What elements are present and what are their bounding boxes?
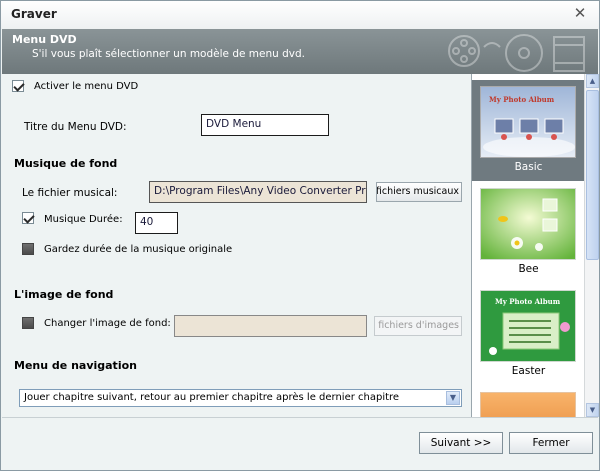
scroll-up-icon[interactable]: ▲ — [586, 74, 599, 88]
browse-music-button[interactable]: Ouvrir les fichiers musicaux — [376, 182, 462, 202]
template-thumbnail-basic: My Photo Album — [480, 86, 576, 158]
step-subtitle: S'il vous plaît sélectionner un modèle d… — [32, 48, 305, 60]
template-thumbnail-partial — [480, 392, 576, 417]
change-background-label: Changer l'image de fond: — [44, 318, 171, 329]
template-name-bee: Bee — [518, 263, 539, 275]
template-thumb-text-easter: My Photo Album — [495, 297, 561, 306]
background-file-input[interactable] — [174, 315, 367, 337]
title-bar: Graver ✕ — [1, 1, 599, 29]
window-title: Graver — [11, 7, 57, 21]
music-duration-label: Musique Durée: — [44, 214, 123, 225]
scrollbar-thumb[interactable] — [586, 90, 599, 260]
navigation-selected-value: Jouer chapitre suivant, retour au premie… — [24, 392, 400, 403]
scroll-down-icon[interactable]: ▼ — [586, 403, 599, 417]
graver-window: Graver ✕ Menu DVD S'il vous plaît sélect… — [0, 0, 600, 471]
music-duration-input[interactable]: 40 — [135, 212, 178, 234]
background-section-title: L'image de fond — [14, 288, 114, 301]
template-item-basic[interactable]: My Photo Album Basic — [472, 80, 584, 181]
next-button[interactable]: Suivant >> — [419, 432, 503, 454]
chevron-down-icon[interactable]: ▼ — [446, 391, 460, 405]
template-item-bee[interactable]: Bee — [472, 182, 584, 283]
template-scrollbar[interactable]: ▲ ▼ — [584, 74, 599, 417]
template-name-basic: Basic — [514, 161, 543, 173]
close-icon[interactable]: ✕ — [571, 4, 589, 22]
template-thumbnail-bee — [480, 188, 576, 260]
music-file-label: Le fichier musical: — [22, 187, 118, 199]
keep-original-duration-checkbox[interactable] — [22, 243, 34, 255]
settings-panel: Activer le menu DVD Titre du Menu DVD: D… — [2, 74, 471, 417]
template-name-easter: Easter — [511, 365, 546, 377]
navigation-select[interactable]: Jouer chapitre suivant, retour au premie… — [19, 389, 462, 407]
film-disc-icon — [448, 34, 585, 72]
template-thumbnail-easter: My Photo Album — [480, 290, 576, 362]
menu-title-label: Titre du Menu DVD: — [24, 121, 127, 133]
menu-title-input[interactable]: DVD Menu — [201, 114, 329, 136]
music-file-input[interactable]: D:\Program Files\Any Video Converter Pro… — [149, 181, 367, 203]
template-list[interactable]: My Photo Album Basic Bee My Photo Album … — [471, 74, 584, 417]
music-duration-checkbox[interactable] — [22, 212, 34, 224]
template-thumb-text-basic: My Photo Album — [489, 95, 555, 104]
navigation-section-title: Menu de navigation — [14, 359, 137, 372]
keep-original-duration-label: Gardez durée de la musique originale — [44, 244, 233, 255]
close-button[interactable]: Fermer — [509, 432, 593, 454]
browse-image-button[interactable]: Ouvrir les fichiers d'images — [374, 316, 462, 336]
template-item-partial[interactable] — [472, 386, 584, 417]
step-header: Menu DVD S'il vous plaît sélectionner un… — [2, 29, 598, 74]
step-title: Menu DVD — [12, 33, 77, 46]
enable-menu-label: Activer le menu DVD — [34, 81, 139, 92]
enable-menu-checkbox[interactable] — [12, 80, 24, 92]
change-background-checkbox[interactable] — [22, 317, 34, 329]
music-section-title: Musique de fond — [14, 157, 118, 170]
footer-bar: Suivant >> Fermer — [2, 417, 598, 470]
template-item-easter[interactable]: My Photo Album Easter — [472, 284, 584, 385]
